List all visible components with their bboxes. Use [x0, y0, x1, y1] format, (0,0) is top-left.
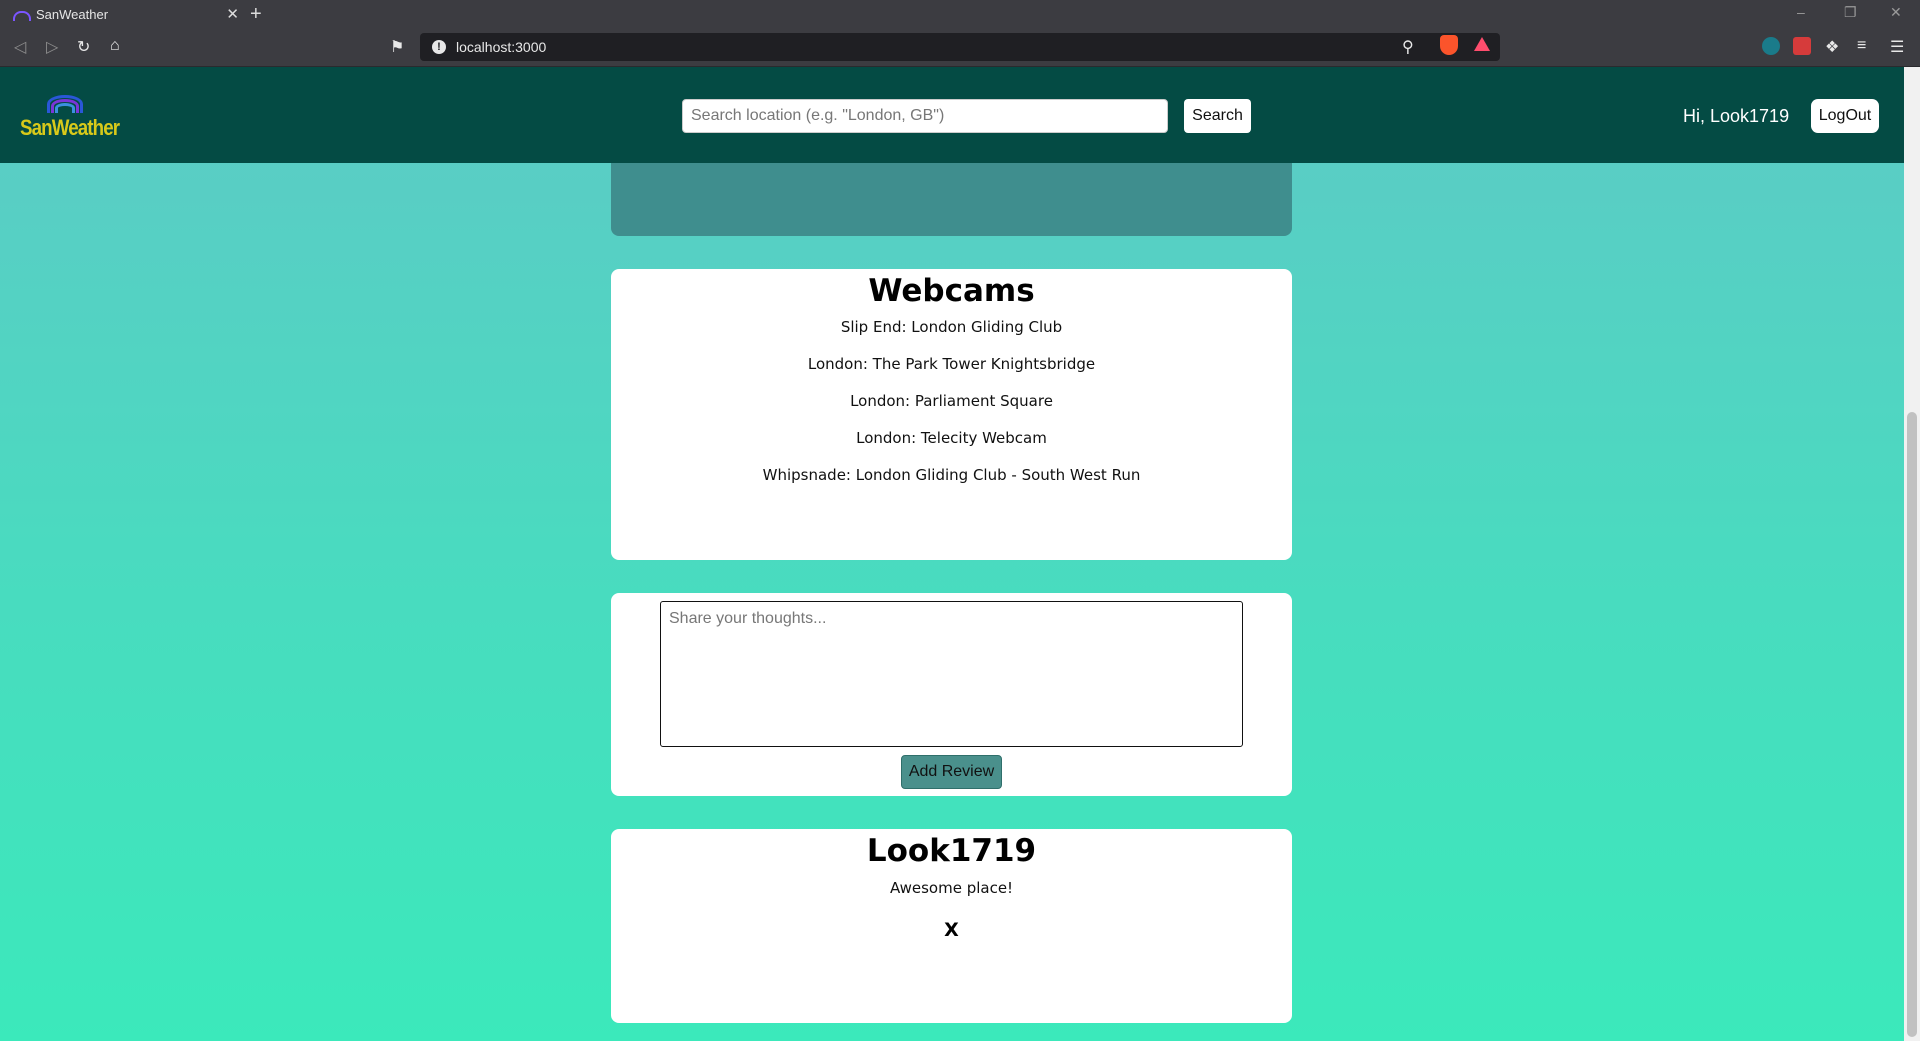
window-close-icon[interactable]: ✕	[1890, 4, 1902, 21]
restore-icon[interactable]: ❐	[1844, 4, 1857, 21]
page-viewport: SanWeather Search Hi, Look1719 LogOut We…	[0, 67, 1904, 1041]
reload-icon[interactable]: ↻	[77, 37, 90, 57]
extension-red-icon[interactable]	[1793, 37, 1811, 55]
logo-text: SanWeather	[20, 115, 120, 140]
webcams-title: Webcams	[868, 273, 1035, 309]
browser-tab-bar: SanWeather ✕ + – ❐ ✕	[0, 0, 1920, 29]
browser-tab[interactable]: SanWeather ✕	[0, 0, 245, 29]
bookmark-icon[interactable]: ⚑	[390, 37, 404, 57]
webcams-card: Webcams Slip End: London Gliding Club Lo…	[611, 269, 1292, 560]
user-greeting: Hi, Look1719	[1683, 106, 1790, 126]
delete-review-button[interactable]: X	[944, 919, 959, 941]
brave-shields-icon[interactable]	[1440, 35, 1458, 55]
key-icon[interactable]: ⚲	[1402, 37, 1414, 57]
webcam-item[interactable]: Whipsnade: London Gliding Club - South W…	[611, 465, 1292, 485]
page-scrollbar[interactable]	[1904, 67, 1920, 1041]
site-info-icon[interactable]: !	[432, 40, 446, 54]
forward-icon[interactable]: ▷	[46, 37, 58, 57]
webcam-item[interactable]: London: Parliament Square	[611, 391, 1292, 411]
home-icon[interactable]: ⌂	[110, 37, 120, 55]
new-tab-button[interactable]: +	[250, 3, 262, 26]
rainbow-favicon-icon	[12, 10, 31, 21]
scrollbar-thumb[interactable]	[1907, 412, 1917, 1037]
logout-button[interactable]: LogOut	[1811, 99, 1879, 133]
url-text: localhost:3000	[456, 39, 547, 55]
search-button[interactable]: Search	[1184, 99, 1251, 133]
tab-close-icon[interactable]: ✕	[226, 5, 239, 23]
review-form-card: Add Review	[611, 593, 1292, 796]
webcam-item[interactable]: London: The Park Tower Knightsbridge	[611, 354, 1292, 374]
webcam-list: Slip End: London Gliding Club London: Th…	[611, 317, 1292, 485]
sanweather-logo[interactable]: SanWeather	[20, 95, 120, 145]
search-input[interactable]	[682, 99, 1168, 133]
webcam-item[interactable]: Slip End: London Gliding Club	[611, 317, 1292, 337]
tab-title: SanWeather	[36, 7, 109, 22]
playlist-icon[interactable]: ≡	[1857, 37, 1866, 55]
review-text: Awesome place!	[889, 879, 1014, 897]
add-review-button[interactable]: Add Review	[901, 755, 1002, 789]
back-icon[interactable]: ◁	[14, 37, 26, 57]
webcam-item[interactable]: London: Telecity Webcam	[611, 428, 1292, 448]
site-header: SanWeather Search Hi, Look1719 LogOut	[0, 67, 1904, 163]
minimize-icon[interactable]: –	[1797, 4, 1805, 20]
review-textarea[interactable]	[660, 601, 1243, 747]
puzzle-extensions-icon[interactable]: ❖	[1825, 37, 1839, 57]
review-author: Look1719	[866, 833, 1037, 869]
extension-icon[interactable]	[1762, 37, 1780, 55]
browser-toolbar: ◁ ▷ ↻ ⌂ ⚑ ! localhost:3000 ⚲ ❖ ≡ ☰	[0, 29, 1920, 67]
menu-icon[interactable]: ☰	[1890, 37, 1904, 57]
rainbow-arc-icon	[55, 103, 75, 113]
address-bar[interactable]: ! localhost:3000	[420, 33, 1500, 61]
review-card: Look1719 Awesome place! X	[611, 829, 1292, 1023]
brave-rewards-icon[interactable]	[1474, 37, 1490, 51]
